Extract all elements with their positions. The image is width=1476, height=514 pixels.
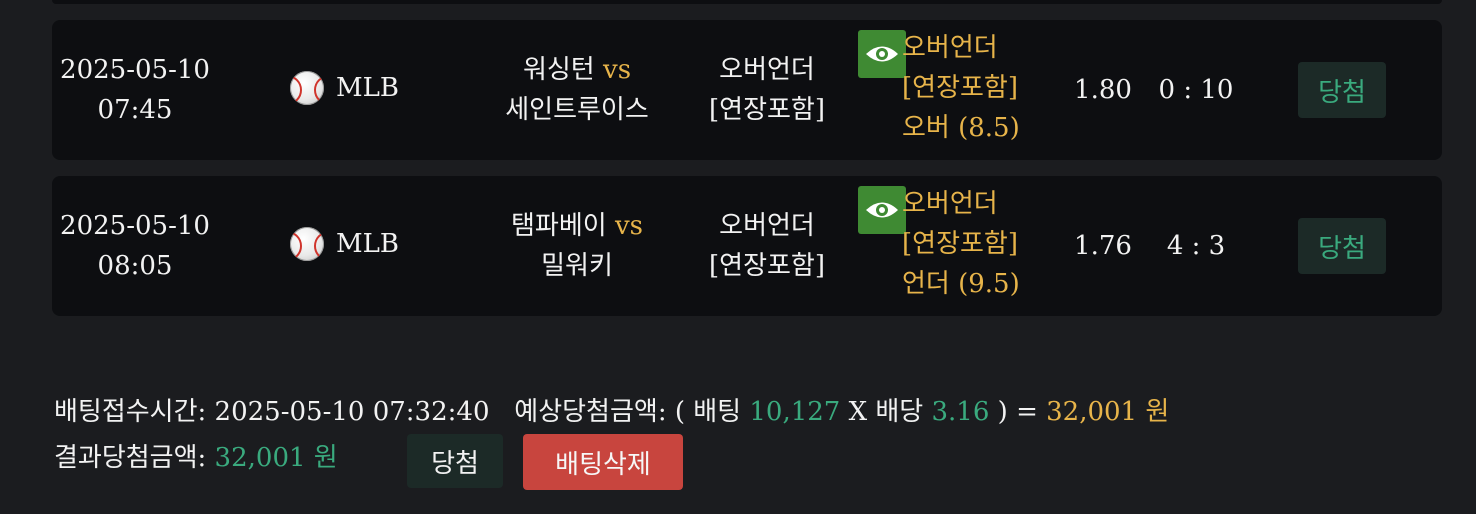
home-team: 탬파베이: [511, 211, 607, 241]
pick-line2: [연장포함]: [902, 73, 1018, 103]
game-date: 2025-05-10: [60, 55, 210, 85]
score: 0 : 10: [1158, 75, 1234, 105]
stake-amount: 10,127: [749, 397, 841, 427]
bet-summary: 배팅접수시간: 2025-05-10 07:32:40 예상당첨금액: ( 배팅…: [54, 392, 1169, 432]
times-label: X 배당: [848, 397, 924, 427]
league-name: MLB: [336, 229, 399, 259]
status-badge: 당첨: [1298, 62, 1386, 118]
away-team: 밀워키: [541, 251, 613, 281]
eye-icon[interactable]: [858, 186, 906, 234]
result-summary: 결과당첨금액: 32,001 원: [54, 438, 338, 478]
received-time: 2025-05-10 07:32:40: [214, 397, 490, 427]
baseball-icon: [290, 227, 324, 261]
odds: 1.80: [1074, 75, 1132, 105]
matchup: 탬파베이 vs 밀워키: [472, 206, 682, 286]
league: MLB: [290, 68, 399, 108]
bet-type-line2: [연장포함]: [709, 95, 825, 125]
game-datetime: 2025-05-10 08:05: [60, 206, 210, 286]
delete-bet-button[interactable]: 배팅삭제: [523, 434, 683, 490]
pick-line1: 오버언더: [902, 33, 998, 63]
eye-icon[interactable]: [858, 30, 906, 78]
pick-line2: [연장포함]: [902, 229, 1018, 259]
total-odds: 3.16: [931, 397, 990, 427]
odds: 1.76: [1074, 231, 1132, 261]
pick: 오버언더 [연장포함] 언더 (9.5): [902, 184, 1020, 304]
matchup: 워싱턴 vs 세인트루이스: [472, 50, 682, 130]
expected-amount: 32,001 원: [1046, 397, 1170, 427]
score: 4 : 3: [1166, 231, 1226, 261]
bet-row: 2025-05-10 08:05 MLB 탬파베이 vs 밀워키 오버언더 [연…: [52, 176, 1442, 316]
pick: 오버언더 [연장포함] 오버 (8.5): [902, 28, 1020, 148]
expected-label: 예상당첨금액: ( 배팅: [514, 397, 742, 427]
vs-label: vs: [603, 55, 632, 85]
away-team: 세인트루이스: [505, 95, 649, 125]
result-amount: 32,001 원: [214, 443, 338, 473]
league-name: MLB: [336, 73, 399, 103]
equals-label: ) =: [997, 397, 1038, 427]
game-time: 08:05: [97, 251, 173, 281]
result-label: 결과당첨금액:: [54, 443, 207, 473]
received-label: 배팅접수시간:: [54, 397, 207, 427]
pick-line3: 언더 (9.5): [902, 269, 1020, 299]
baseball-icon: [290, 71, 324, 105]
game-time: 07:45: [97, 95, 173, 125]
pick-line1: 오버언더: [902, 189, 998, 219]
previous-row-edge: [52, 0, 1442, 4]
bet-type-line2: [연장포함]: [709, 251, 825, 281]
game-datetime: 2025-05-10 07:45: [60, 50, 210, 130]
vs-label: vs: [614, 211, 643, 241]
bet-type: 오버언더 [연장포함]: [692, 206, 842, 286]
bet-row: 2025-05-10 07:45 MLB 워싱턴 vs 세인트루이스 오버언더 …: [52, 20, 1442, 160]
bet-type-line1: 오버언더: [719, 211, 815, 241]
bet-type-line1: 오버언더: [719, 55, 815, 85]
pick-line3: 오버 (8.5): [902, 113, 1020, 143]
bet-type: 오버언더 [연장포함]: [692, 50, 842, 130]
home-team: 워싱턴: [522, 55, 595, 85]
game-date: 2025-05-10: [60, 211, 210, 241]
win-button[interactable]: 당첨: [407, 434, 503, 488]
status-badge: 당첨: [1298, 218, 1386, 274]
league: MLB: [290, 224, 399, 264]
